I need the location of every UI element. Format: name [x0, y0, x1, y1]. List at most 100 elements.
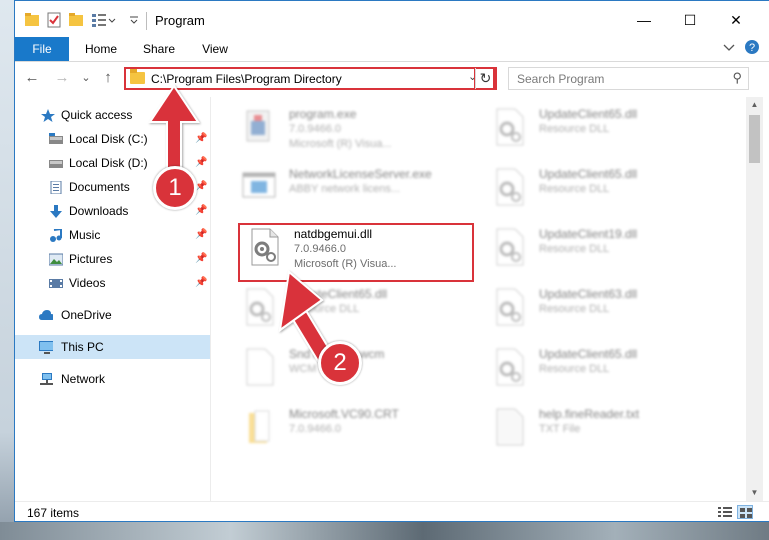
sidebar-item-label: Local Disk (C:)	[69, 132, 148, 146]
search-box[interactable]: Search Program ⚲	[508, 67, 749, 90]
app-window-icon	[242, 172, 276, 198]
sidebar-item-videos[interactable]: Videos 📌	[15, 271, 210, 295]
desktop-background	[0, 522, 769, 540]
file-name: natdbgemui.dll	[294, 227, 373, 241]
star-icon	[41, 109, 55, 122]
sidebar-item-label: Music	[69, 228, 101, 242]
file-item[interactable]: program.exe 7.0.9466.0 Microsoft (R) Vis…	[233, 103, 463, 157]
sidebar-item-label: Videos	[69, 276, 106, 290]
file-version: 7.0.9466.0	[289, 423, 341, 435]
address-bar[interactable]: C:\Program Files\Program Directory ⌄	[124, 67, 495, 90]
new-folder-icon[interactable]	[69, 12, 83, 28]
up-button[interactable]: ↑	[97, 69, 119, 87]
minimize-button[interactable]: —	[621, 1, 667, 39]
back-button[interactable]: ←	[21, 69, 43, 87]
properties-icon[interactable]	[47, 12, 61, 28]
ribbon-tabs: File Home Share View	[15, 37, 769, 61]
tab-view[interactable]: View	[191, 37, 239, 61]
pin-icon[interactable]: 📌	[195, 199, 207, 223]
computer-icon	[39, 341, 53, 354]
dll-gear-icon	[496, 228, 524, 266]
forward-button[interactable]: →	[51, 69, 73, 87]
file-version: 7.0.9466.0	[294, 243, 346, 255]
file-item[interactable]: help.fineReader.txt TXT File	[483, 403, 713, 457]
highlighted-file-item[interactable]: natdbgemui.dll 7.0.9466.0 Microsoft (R) …	[238, 223, 474, 282]
sidebar-item-label: OneDrive	[61, 308, 112, 322]
file-item[interactable]: UpdateClient65.dll Resource DLL	[483, 103, 713, 157]
sidebar-item-label: Quick access	[61, 108, 133, 122]
dll-gear-icon	[496, 168, 524, 206]
text-file-icon	[496, 408, 524, 446]
help-icon[interactable]: ?	[744, 39, 760, 59]
pin-icon[interactable]: 📌	[195, 247, 207, 271]
sidebar-item-pictures[interactable]: Pictures 📌	[15, 247, 210, 271]
file-item[interactable]: NetworkLicenseServer.exe ABBY network li…	[233, 163, 463, 217]
pin-icon[interactable]: 📌	[195, 151, 207, 175]
pin-icon[interactable]: 📌	[195, 223, 207, 247]
details-view-icon[interactable]	[717, 505, 733, 519]
step-badge-2: 2	[318, 341, 362, 385]
pin-icon[interactable]: 📌	[195, 127, 207, 151]
sidebar-item-onedrive[interactable]: OneDrive	[15, 303, 210, 327]
title-separator	[146, 12, 147, 30]
dll-gear-icon	[496, 108, 524, 146]
search-icon[interactable]: ⚲	[732, 70, 742, 86]
file-item[interactable]: UpdateClient63.dll Resource DLL	[483, 283, 713, 337]
tab-file[interactable]: File	[15, 37, 69, 61]
chevron-down-icon[interactable]	[722, 39, 736, 59]
scroll-thumb[interactable]	[749, 115, 760, 163]
file-name: UpdateClient63.dll	[539, 287, 638, 301]
scroll-up-button[interactable]: ▲	[746, 97, 763, 113]
music-icon	[50, 229, 62, 242]
scroll-down-button[interactable]: ▼	[746, 485, 763, 501]
sidebar-item-label: Documents	[69, 180, 130, 194]
file-description: Resource DLL	[539, 123, 610, 135]
file-item[interactable]: natdbgemui.dll 7.0.9466.0 Microsoft (R) …	[238, 223, 468, 282]
videos-icon	[49, 279, 63, 288]
navigation-bar: ← → ⌄ ↑ C:\Program Files\Program Directo…	[15, 62, 769, 94]
file-description: Microsoft (R) Visua...	[289, 138, 392, 150]
dll-gear-icon	[496, 348, 524, 386]
file-name: UpdateClient65.dll	[539, 107, 638, 121]
file-description: TXT File	[539, 423, 581, 435]
file-description: Resource DLL	[539, 243, 610, 255]
quick-access-dropdown-icon[interactable]	[129, 12, 139, 28]
file-item[interactable]: UpdateClient65.dll Resource DLL	[483, 163, 713, 217]
sidebar-item-this-pc[interactable]: This PC	[15, 335, 210, 359]
file-item[interactable]: UpdateClient19.dll Resource DLL	[483, 223, 713, 277]
sidebar-item-local-disk-c[interactable]: Local Disk (C:) 📌	[15, 127, 210, 151]
sidebar-item-network[interactable]: Network	[15, 367, 210, 391]
pictures-icon	[49, 253, 63, 266]
address-path: C:\Program Files\Program Directory	[151, 72, 342, 86]
customize-toolbar-icon[interactable]	[91, 12, 117, 28]
pin-icon[interactable]: 📌	[195, 271, 207, 295]
file-description: Resource DLL	[539, 303, 610, 315]
file-list: program.exe 7.0.9466.0 Microsoft (R) Vis…	[211, 97, 746, 501]
tab-home[interactable]: Home	[75, 37, 127, 61]
file-description: ABBY network licens...	[289, 183, 401, 195]
downloads-icon	[50, 205, 62, 218]
maximize-button[interactable]: ☐	[667, 1, 713, 39]
folder-icon	[249, 410, 270, 443]
file-item[interactable]: Microsoft.VC90.CRT 7.0.9466.0	[233, 403, 463, 457]
vertical-scrollbar[interactable]: ▲ ▼	[746, 97, 763, 501]
file-description: Resource DLL	[539, 363, 610, 375]
file-name: UpdateClient65.dll	[289, 287, 388, 301]
file-item[interactable]: UpdateClient65.dll Resource DLL	[233, 283, 463, 337]
tiles-view-icon[interactable]	[737, 505, 753, 519]
recent-locations-button[interactable]: ⌄	[75, 69, 97, 87]
file-name: UpdateClient19.dll	[539, 227, 638, 241]
file-description: Resource DLL	[539, 183, 610, 195]
installer-icon	[246, 110, 270, 142]
file-name: UpdateClient65.dll	[539, 167, 638, 181]
file-name: Microsoft.VC90.CRT	[289, 407, 399, 421]
tab-share[interactable]: Share	[133, 37, 185, 61]
sidebar-item-music[interactable]: Music 📌	[15, 223, 210, 247]
drive-icon	[49, 160, 63, 168]
refresh-button[interactable]: ↻	[475, 68, 495, 89]
sidebar-item-label: Downloads	[69, 204, 129, 218]
close-button[interactable]: ✕	[713, 1, 759, 39]
sidebar-item-quick-access[interactable]: Quick access	[15, 103, 210, 127]
file-item[interactable]: UpdateClient65.dll Resource DLL	[483, 343, 713, 397]
documents-icon	[50, 181, 62, 194]
